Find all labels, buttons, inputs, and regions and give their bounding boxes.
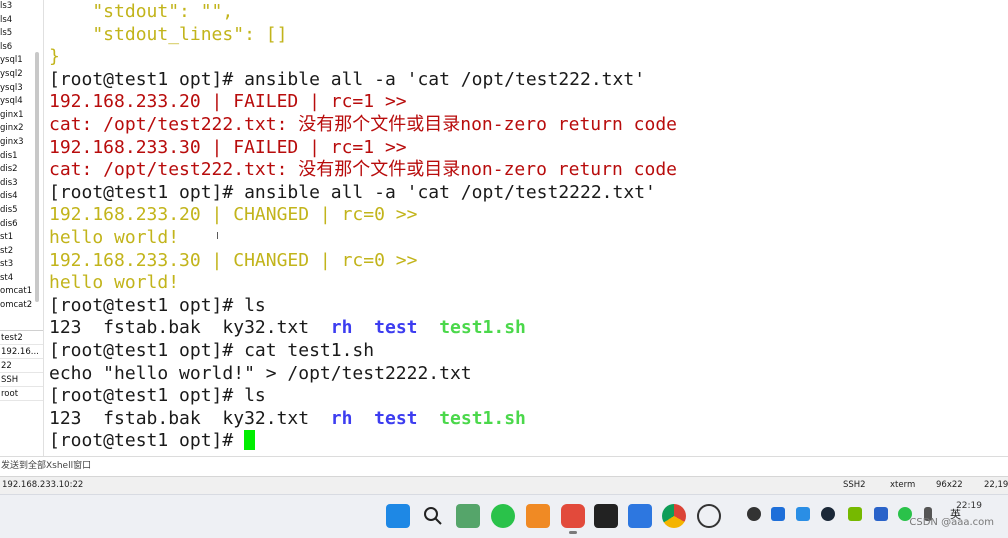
terminal-text: hello world! bbox=[49, 227, 180, 248]
session-item[interactable]: ls4 bbox=[0, 14, 43, 28]
tray-app-icon[interactable] bbox=[771, 507, 785, 521]
protocol-status: SSH2 bbox=[843, 480, 866, 490]
session-property: test2 bbox=[0, 331, 43, 345]
taskbar-clock[interactable]: 22:19 bbox=[956, 501, 982, 511]
terminal-text: 192.168.233.20 | CHANGED | rc=0 >> bbox=[49, 204, 418, 226]
connection-status: 192.168.233.10:22 bbox=[2, 480, 84, 490]
terminal-text: [root@test1 opt]# ls bbox=[49, 294, 266, 316]
session-item[interactable]: ls5 bbox=[0, 27, 43, 41]
terminal-line: 123 fstab.bak ky32.txt rh test test1.sh bbox=[49, 317, 526, 340]
terminal-text: [root@test1 opt]# ansible all -a 'cat /o… bbox=[49, 181, 656, 203]
terminal-text: cat: /opt/test222.txt: 没有那个文件或目录non-zero… bbox=[49, 159, 677, 181]
cursor-position: 22,19 bbox=[984, 480, 1008, 490]
terminal-line: [root@test1 opt]# bbox=[49, 430, 256, 453]
terminal-line: [root@test1 opt]# ansible all -a 'cat /o… bbox=[49, 182, 656, 205]
compose-placeholder: 发送到全部Xshell窗口 bbox=[1, 461, 92, 471]
terminal-text: } bbox=[49, 46, 60, 68]
terminal-text: [root@test1 opt]# ansible all -a 'cat /o… bbox=[49, 68, 646, 90]
terminal-text: "stdout": "", bbox=[49, 1, 234, 22]
terminal-size: 96x22 bbox=[936, 480, 963, 490]
text-cursor-icon: I bbox=[216, 231, 219, 242]
tray-app-icon-2[interactable] bbox=[796, 507, 810, 521]
terminal-line: cat: /opt/test222.txt: 没有那个文件或目录non-zero… bbox=[49, 114, 677, 137]
terminal-text: echo "hello world!" > /opt/test2222.txt bbox=[49, 362, 472, 384]
terminal-line: 123 fstab.bak ky32.txt rh test test1.sh bbox=[49, 408, 526, 431]
photo-app-icon[interactable] bbox=[456, 504, 480, 528]
chrome-icon[interactable] bbox=[662, 504, 686, 528]
session-property: 22 bbox=[0, 359, 43, 373]
openai-icon[interactable] bbox=[697, 504, 721, 528]
terminal-line: [root@test1 opt]# ls bbox=[49, 295, 266, 318]
terminal-text: 123 fstab.bak ky32.txt bbox=[49, 407, 331, 429]
windows-taskbar: 英 22:19 CSDN @aaa.com bbox=[0, 494, 1008, 538]
terminal-line: 192.168.233.20 | FAILED | rc=1 >> bbox=[49, 91, 407, 114]
xshell-icon[interactable] bbox=[561, 504, 585, 534]
sticky-app-icon[interactable] bbox=[526, 504, 550, 528]
terminal-line: hello world! bbox=[49, 272, 179, 295]
terminal-text: 192.168.233.30 | FAILED | rc=1 >> bbox=[49, 136, 407, 158]
session-sidebar: ls3 ls4 ls5 ls6 ysql1 ysql2 ysql3 ysql4 ginx1 gin… bbox=[0, 0, 44, 456]
terminal-text: cat: /opt/test222.txt: 没有那个文件或目录non-zero… bbox=[49, 114, 677, 135]
search-icon[interactable] bbox=[421, 504, 445, 528]
terminal-line: hello world! bbox=[49, 227, 179, 250]
terminal-line: echo "hello world!" > /opt/test2222.txt bbox=[49, 363, 472, 386]
terminal-line: 192.168.233.30 | CHANGED | rc=0 >> bbox=[49, 250, 417, 273]
terminal-line: } bbox=[49, 46, 60, 69]
terminal-text: [root@test1 opt]# cat test1.sh bbox=[49, 340, 375, 361]
terminal-line: "stdout": "", bbox=[49, 1, 233, 24]
terminal-type: xterm bbox=[890, 480, 916, 490]
terminal-text: 192.168.233.20 | FAILED | rc=1 >> bbox=[49, 91, 407, 113]
terminal-output[interactable]: I "stdout": "", "stdout_lines": []} [root… bbox=[44, 0, 1008, 456]
terminal-text: "stdout_lines": [] bbox=[49, 23, 288, 45]
nvidia-tray-icon[interactable] bbox=[848, 507, 862, 521]
terminal-text: rh bbox=[330, 317, 353, 339]
session-property: 192.16... bbox=[0, 345, 43, 359]
typora-icon[interactable] bbox=[594, 504, 618, 528]
session-item[interactable]: ls3 bbox=[0, 0, 43, 14]
status-bar: 192.168.233.10:22 SSH2 xterm 96x22 22,19 bbox=[0, 476, 1008, 494]
terminal-text: test1.sh bbox=[439, 317, 526, 339]
terminal-line: cat: /opt/test222.txt: 没有那个文件或目录non-zero… bbox=[49, 159, 677, 182]
settings-tray-icon[interactable] bbox=[747, 507, 761, 521]
sidebar-scrollbar[interactable] bbox=[35, 52, 39, 302]
terminal-cursor bbox=[244, 430, 256, 451]
bluetooth-tray-icon[interactable] bbox=[874, 507, 888, 521]
terminal-line: 192.168.233.30 | FAILED | rc=1 >> bbox=[49, 137, 407, 160]
csdn-watermark: CSDN @aaa.com bbox=[909, 517, 994, 528]
terminal-line: [root@test1 opt]# cat test1.sh bbox=[49, 340, 374, 363]
terminal-text: 192.168.233.30 | CHANGED | rc=0 >> bbox=[49, 249, 418, 271]
session-properties: test2 192.16... 22 SSH root bbox=[0, 330, 43, 401]
session-property: SSH bbox=[0, 373, 43, 387]
terminal-text: [root@test1 opt]# bbox=[49, 430, 245, 452]
terminal-text: rh bbox=[330, 407, 353, 429]
terminal-line: [root@test1 opt]# ansible all -a 'cat /o… bbox=[49, 69, 645, 92]
steam-tray-icon[interactable] bbox=[821, 507, 835, 521]
terminal-text: [root@test1 opt]# ls bbox=[49, 385, 266, 407]
terminal-line: "stdout_lines": [] bbox=[49, 24, 287, 47]
wechat-icon[interactable] bbox=[491, 504, 515, 528]
terminal-text: test bbox=[374, 407, 418, 429]
terminal-line: 192.168.233.20 | CHANGED | rc=0 >> bbox=[49, 204, 417, 227]
terminal-text: hello world! bbox=[49, 272, 180, 294]
compose-bar[interactable]: 发送到全部Xshell窗口 bbox=[0, 456, 1008, 476]
terminal-text: test bbox=[374, 317, 418, 339]
terminal-text: test1.sh bbox=[439, 407, 526, 429]
whiteboard-icon[interactable] bbox=[628, 504, 652, 528]
session-property: root bbox=[0, 387, 43, 401]
windows-start-icon[interactable] bbox=[386, 504, 410, 528]
terminal-line: [root@test1 opt]# ls bbox=[49, 385, 266, 408]
terminal-text: 123 fstab.bak ky32.txt bbox=[49, 317, 331, 339]
